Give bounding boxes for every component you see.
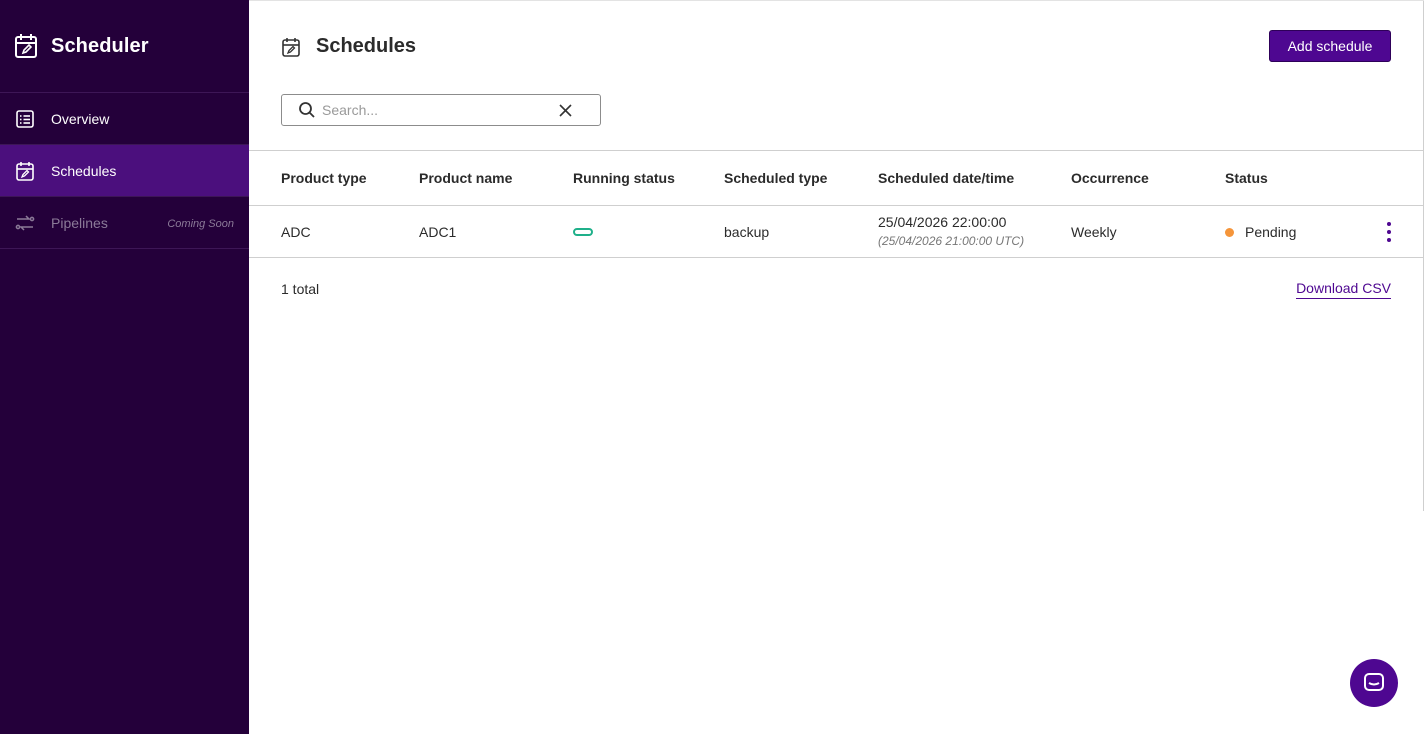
close-icon[interactable] (558, 103, 573, 118)
main-content: Schedules Add schedule Product type Prod… (249, 0, 1424, 734)
cell-scheduled-datetime: 25/04/2026 22:00:00 (25/04/2026 21:00:00… (878, 214, 1024, 248)
cell-product-type: ADC (281, 224, 311, 240)
running-status-indicator (573, 228, 593, 236)
page-header: Schedules (281, 35, 416, 58)
add-schedule-button[interactable]: Add schedule (1269, 30, 1391, 62)
calendar-edit-icon (14, 33, 38, 59)
sidebar-item-pipelines: Pipelines Coming Soon (0, 197, 249, 249)
total-count: 1 total (281, 281, 320, 297)
calendar-edit-icon (281, 36, 301, 58)
sidebar-item-label: Overview (51, 110, 110, 127)
scheduled-datetime-utc: (25/04/2026 21:00:00 UTC) (878, 234, 1025, 248)
page-title: Schedules (316, 35, 417, 57)
sidebar-item-schedules[interactable]: Schedules (0, 145, 249, 197)
column-header-product-type[interactable]: Product type (281, 170, 367, 186)
column-header-scheduled-datetime[interactable]: Scheduled date/time (878, 170, 1014, 186)
status-dot (1225, 227, 1234, 237)
download-csv-link[interactable]: Download CSV (1296, 280, 1391, 299)
search-box (281, 94, 601, 126)
chat-icon (1362, 671, 1386, 695)
sidebar-item-label: Pipelines (51, 214, 108, 231)
sidebar: Scheduler Overview Schedules Pipelines C… (0, 0, 249, 734)
list-icon (15, 109, 35, 129)
sidebar-item-label: Schedules (51, 162, 117, 179)
column-header-occurrence[interactable]: Occurrence (1071, 170, 1149, 186)
row-actions-menu-icon[interactable] (1383, 222, 1395, 242)
coming-soon-badge: Coming Soon (167, 218, 234, 230)
sidebar-item-overview[interactable]: Overview (0, 93, 249, 145)
table-header: Product type Product name Running status… (249, 150, 1424, 206)
brand: Scheduler (0, 0, 249, 93)
pipeline-icon (15, 213, 35, 233)
calendar-edit-icon (15, 161, 35, 181)
column-header-product-name[interactable]: Product name (419, 170, 512, 186)
cell-status: Pending (1225, 224, 1296, 240)
cell-occurrence: Weekly (1071, 224, 1117, 240)
search-input[interactable] (322, 102, 552, 118)
schedules-table: Product type Product name Running status… (249, 150, 1424, 258)
cell-scheduled-type: backup (724, 224, 770, 240)
column-header-status[interactable]: Status (1225, 170, 1268, 186)
column-header-scheduled-type[interactable]: Scheduled type (724, 170, 827, 186)
column-header-running-status[interactable]: Running status (573, 170, 675, 186)
scheduled-datetime-local: 25/04/2026 22:00:00 (878, 214, 1007, 230)
search-icon (298, 101, 316, 119)
status-badge: Pending (1245, 224, 1297, 240)
cell-product-name: ADC1 (419, 224, 457, 240)
chat-launcher-button[interactable] (1350, 659, 1398, 707)
app-title: Scheduler (51, 34, 149, 57)
table-row[interactable]: ADC ADC1 backup 25/04/2026 22:00:00 (25/… (249, 206, 1424, 258)
